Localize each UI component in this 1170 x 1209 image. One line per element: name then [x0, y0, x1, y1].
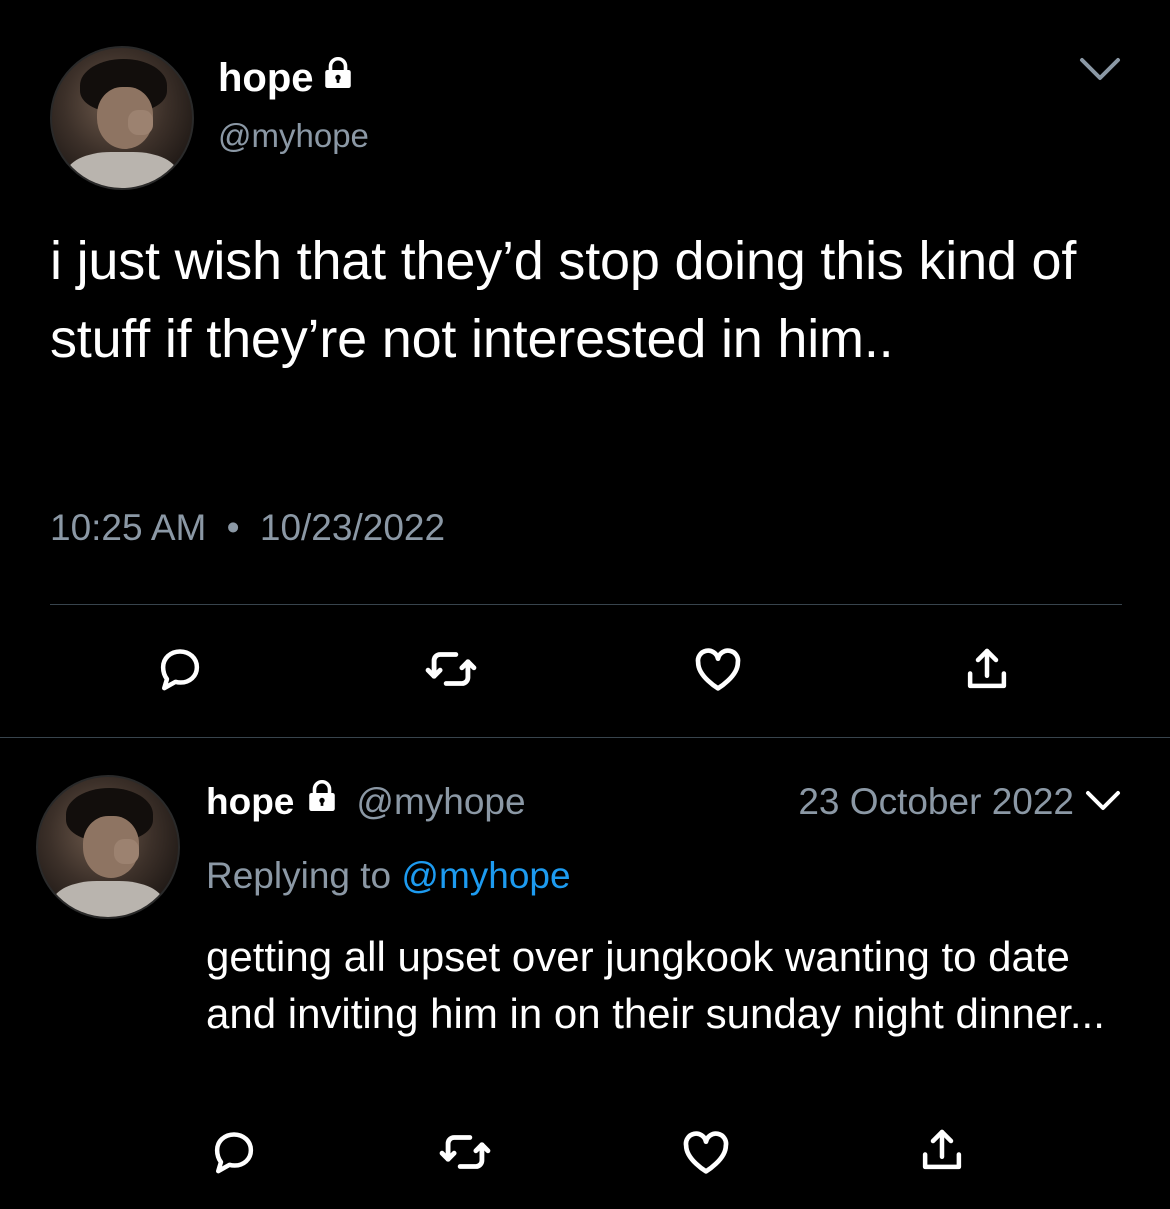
chevron-down-icon[interactable]	[1076, 52, 1124, 91]
lock-icon	[320, 54, 356, 102]
handle[interactable]: @myhope	[218, 116, 369, 156]
share-icon	[967, 648, 1007, 689]
replying-to: Replying to @myhope	[206, 852, 571, 900]
like-icon	[695, 648, 741, 691]
reply-button[interactable]	[148, 637, 212, 701]
retweet-icon	[425, 652, 477, 686]
share-button[interactable]	[955, 637, 1019, 701]
share-icon	[922, 1129, 962, 1170]
like-button[interactable]	[674, 1120, 738, 1184]
replying-prefix: Replying to	[206, 855, 392, 896]
tweet-time: 10:25 AM	[50, 507, 207, 548]
display-name[interactable]: hope	[206, 778, 294, 826]
tweet-text: i just wish that they’d stop doing this …	[50, 231, 1077, 369]
display-name-text: hope	[218, 56, 314, 100]
avatar[interactable]	[50, 46, 194, 190]
like-icon	[683, 1131, 729, 1174]
handle[interactable]: @myhope	[356, 778, 525, 826]
mention-link[interactable]: @myhope	[401, 855, 570, 896]
share-button[interactable]	[910, 1118, 974, 1182]
reply-icon	[214, 1132, 254, 1174]
divider	[0, 737, 1170, 738]
retweet-icon	[439, 1135, 491, 1169]
reply-button[interactable]	[202, 1120, 266, 1184]
chevron-down-icon[interactable]	[1083, 786, 1123, 821]
retweet-button[interactable]	[419, 637, 483, 701]
avatar[interactable]	[36, 775, 180, 919]
meta-separator: •	[226, 507, 240, 548]
tweet-timestamp[interactable]: 10:25 AM • 10/23/2022	[50, 506, 445, 550]
tweet-date: 10/23/2022	[259, 507, 446, 548]
tweet-date[interactable]: 23 October 2022	[798, 778, 1074, 826]
divider	[50, 604, 1122, 605]
reply-icon	[160, 649, 200, 691]
tweet-text: getting all upset over jungkook wanting …	[206, 933, 1105, 1037]
lock-icon	[304, 778, 340, 826]
reply-header: hope @myhope	[206, 778, 526, 826]
like-button[interactable]	[686, 637, 750, 701]
display-name[interactable]: hope	[218, 54, 356, 102]
retweet-button[interactable]	[433, 1120, 497, 1184]
